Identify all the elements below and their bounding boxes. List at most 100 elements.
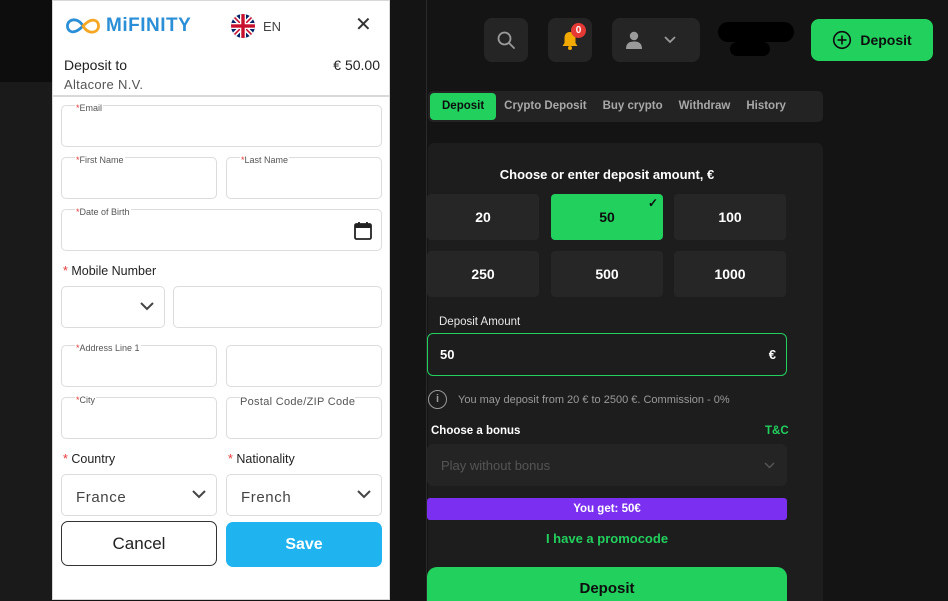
header-deposit-label: Deposit bbox=[860, 32, 912, 48]
cancel-button[interactable]: Cancel bbox=[61, 521, 217, 566]
tab-withdraw[interactable]: Withdraw bbox=[671, 93, 739, 120]
tab-buy-crypto[interactable]: Buy crypto bbox=[595, 93, 671, 120]
user-icon bbox=[626, 31, 642, 49]
bonus-select-value: Play without bonus bbox=[441, 457, 551, 473]
country-label-text: Country bbox=[71, 452, 116, 466]
address-line-1-field[interactable]: *Address Line 1 bbox=[61, 343, 217, 387]
left-sidebar-strip bbox=[0, 0, 52, 601]
required-mark: * bbox=[63, 264, 68, 278]
nationality-select-value: French bbox=[241, 489, 292, 506]
brand-name: MiFINITY bbox=[106, 15, 192, 36]
tab-history[interactable]: History bbox=[738, 93, 794, 120]
modal-header: MiFINITY EN ✕ Deposit to € 50.00 Altacor… bbox=[53, 1, 389, 97]
header-deposit-button[interactable]: Deposit bbox=[811, 19, 933, 61]
amount-option-500[interactable]: 500 bbox=[551, 251, 663, 297]
city-field-label: *City bbox=[75, 395, 97, 405]
nationality-label-text: Nationality bbox=[236, 452, 295, 466]
screen: 0 Deposit Deposit Crypto Deposit Buy cry… bbox=[0, 0, 948, 601]
tnc-link[interactable]: T&C bbox=[765, 425, 789, 437]
modal-deposit-amount: € 50.00 bbox=[333, 57, 380, 73]
amount-option-100[interactable]: 100 bbox=[674, 194, 786, 240]
you-get-banner: You get: 50€ bbox=[427, 498, 787, 520]
deposit-amount-input[interactable]: 50 € bbox=[427, 333, 787, 376]
address-line-1-field-label: *Address Line 1 bbox=[75, 343, 141, 353]
deposit-amount-label: Deposit Amount bbox=[439, 316, 521, 328]
chevron-down-icon bbox=[192, 490, 206, 499]
notifications-button[interactable]: 0 bbox=[548, 18, 592, 62]
search-icon bbox=[497, 31, 515, 49]
mobile-number-label-text: Mobile Number bbox=[71, 264, 157, 278]
calendar-icon[interactable] bbox=[354, 221, 372, 240]
mifinity-payment-modal: MiFINITY EN ✕ Deposit to € 50.00 Altacor… bbox=[52, 0, 390, 600]
deposit-limits-info: i You may deposit from 20 € to 2500 €. C… bbox=[428, 390, 730, 409]
country-label: * Country bbox=[63, 452, 115, 466]
cashier-tabs: Deposit Crypto Deposit Buy crypto Withdr… bbox=[428, 91, 823, 122]
address-line-2-field[interactable] bbox=[226, 345, 382, 387]
last-name-label-text: Last Name bbox=[244, 155, 289, 165]
tab-deposit[interactable]: Deposit bbox=[430, 93, 497, 120]
chevron-down-icon bbox=[140, 302, 154, 311]
nationality-select[interactable]: French bbox=[226, 474, 382, 516]
email-field-label: *Email bbox=[75, 103, 104, 113]
email-field[interactable]: *Email bbox=[61, 103, 382, 147]
amount-option-label: 500 bbox=[595, 266, 619, 282]
close-icon[interactable]: ✕ bbox=[355, 14, 372, 36]
notification-count-badge: 0 bbox=[571, 23, 586, 38]
mifinity-logo: MiFINITY bbox=[63, 15, 191, 37]
chevron-down-icon bbox=[357, 490, 371, 499]
tab-crypto-deposit[interactable]: Crypto Deposit bbox=[496, 93, 594, 120]
merchant-name: Altacore N.V. bbox=[64, 77, 144, 92]
address-line-1-label-text: Address Line 1 bbox=[79, 343, 140, 353]
required-mark: * bbox=[63, 452, 68, 466]
phone-country-code-select[interactable] bbox=[61, 286, 165, 328]
deposit-limits-text: You may deposit from 20 € to 2500 €. Com… bbox=[458, 393, 730, 406]
uk-flag-icon[interactable] bbox=[231, 14, 255, 38]
promocode-link[interactable]: I have a promocode bbox=[427, 531, 787, 546]
first-name-label-text: First Name bbox=[79, 155, 124, 165]
amount-option-label: 50 bbox=[599, 209, 615, 225]
first-name-field-label: *First Name bbox=[75, 155, 125, 165]
last-name-field-label: *Last Name bbox=[240, 155, 290, 165]
email-label-text: Email bbox=[79, 103, 103, 113]
dob-label-text: Date of Birth bbox=[79, 207, 130, 217]
amount-option-label: 20 bbox=[475, 209, 491, 225]
redacted-balance bbox=[716, 18, 796, 58]
redaction-bar bbox=[718, 22, 794, 42]
dob-field-label: *Date of Birth bbox=[75, 207, 131, 217]
required-mark: * bbox=[228, 452, 233, 466]
bonus-label: Choose a bonus bbox=[431, 425, 521, 437]
amount-option-label: 250 bbox=[471, 266, 495, 282]
phone-number-input[interactable] bbox=[173, 286, 382, 328]
mifinity-infinity-icon bbox=[66, 18, 100, 34]
chevron-down-icon bbox=[664, 36, 676, 44]
plus-circle-icon bbox=[833, 30, 852, 50]
info-icon: i bbox=[428, 390, 447, 409]
date-of-birth-field[interactable]: *Date of Birth bbox=[61, 207, 382, 251]
currency-symbol: € bbox=[768, 347, 776, 362]
search-button[interactable] bbox=[484, 18, 528, 62]
amount-option-50[interactable]: 50 ✓ bbox=[551, 194, 663, 240]
mobile-number-label: * Mobile Number bbox=[63, 264, 156, 278]
user-menu-button[interactable] bbox=[612, 18, 700, 62]
deposit-to-label: Deposit to bbox=[64, 57, 128, 73]
chevron-down-icon bbox=[764, 461, 775, 469]
amount-option-1000[interactable]: 1000 bbox=[674, 251, 786, 297]
choose-amount-title: Choose or enter deposit amount, € bbox=[499, 167, 715, 182]
amount-option-20[interactable]: 20 bbox=[427, 194, 539, 240]
amount-option-label: 1000 bbox=[714, 266, 746, 282]
postal-code-label: Postal Code/ZIP Code bbox=[240, 396, 356, 408]
amount-option-250[interactable]: 250 bbox=[427, 251, 539, 297]
country-select-value: France bbox=[76, 489, 127, 506]
postal-code-field[interactable]: Postal Code/ZIP Code bbox=[226, 396, 382, 439]
first-name-field[interactable]: *First Name bbox=[61, 155, 217, 199]
save-button[interactable]: Save bbox=[226, 522, 382, 567]
deposit-submit-button[interactable]: Deposit bbox=[427, 567, 787, 601]
redaction-bar bbox=[730, 42, 770, 56]
country-select[interactable]: France bbox=[61, 474, 217, 516]
language-selector[interactable]: EN bbox=[263, 19, 281, 34]
nationality-label: * Nationality bbox=[228, 452, 295, 466]
bonus-select[interactable]: Play without bonus bbox=[427, 444, 787, 486]
last-name-field[interactable]: *Last Name bbox=[226, 155, 382, 199]
checkmark-icon: ✓ bbox=[647, 196, 658, 210]
city-field[interactable]: *City bbox=[61, 395, 217, 439]
